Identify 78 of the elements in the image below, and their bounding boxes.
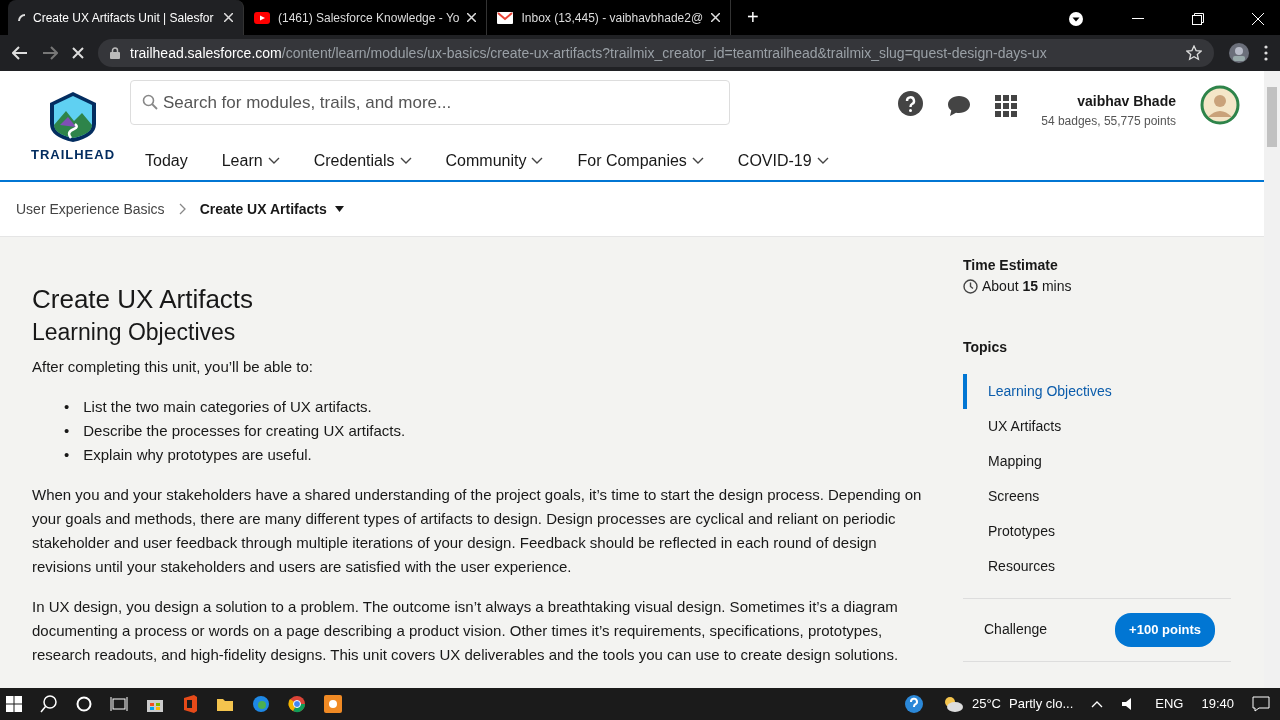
- scrollbar[interactable]: [1264, 71, 1280, 688]
- language[interactable]: ENG: [1155, 694, 1184, 714]
- temperature: 25°C: [971, 695, 1001, 714]
- recorder-icon[interactable]: [324, 695, 342, 713]
- search-icon[interactable]: [40, 695, 58, 713]
- task-view-icon[interactable]: [110, 696, 128, 712]
- mail-icon: [497, 11, 514, 24]
- star-icon[interactable]: [1186, 45, 1202, 61]
- intro-text: After completing this unit, you’ll be able to:: [32, 357, 314, 377]
- extension-icon[interactable]: [1228, 42, 1250, 64]
- search-icon: [142, 94, 158, 110]
- office-icon[interactable]: [182, 695, 198, 713]
- caret-icon[interactable]: [1091, 700, 1104, 708]
- user-name[interactable]: vaibhav Bhade: [1041, 91, 1176, 112]
- help-icon[interactable]: [903, 694, 924, 714]
- loading-icon: [18, 14, 25, 21]
- avatar[interactable]: [1200, 85, 1240, 125]
- weather-text: Partly clo...: [1009, 695, 1074, 714]
- stop-icon[interactable]: [72, 47, 84, 59]
- nav-link[interactable]: Credentials: [313, 149, 412, 173]
- topic-link[interactable]: Resources: [963, 549, 1231, 584]
- objective-item: Explain why prototypes are useful.: [83, 445, 312, 465]
- forward-icon[interactable]: [42, 46, 58, 60]
- objective-item: List the two main categories of UX artifacts.: [83, 397, 372, 417]
- user-stats: 54 badges, 55,775 points: [1041, 113, 1176, 130]
- time-estimate-heading: Time Estimate: [963, 256, 1059, 275]
- challenge-label: Challenge: [984, 620, 1048, 640]
- back-icon[interactable]: [12, 46, 28, 60]
- address-bar[interactable]: trailhead.salesforce.com/content/learn/modules/ux-basics/create-ux-artifacts?trailmix_creator_id=teamtrailhead&trailmix_slug=quest-design-days-ux: [98, 39, 1214, 67]
- paragraph: In UX design, you design a solution to a problem. The outcome isn’t always a breathtaking visual design. Sometimes it’s a diagram documenting a process or words on a page describing a product vision. Other times it’s requirements, specifications, prototypes, research readouts, and high-fidelity designs. This unit covers UX deliverables and the tools you can use to create design solutions.: [32, 597, 900, 665]
- nav-link[interactable]: Today: [145, 149, 188, 173]
- search-field[interactable]: Search for modules, trails, and more...: [130, 80, 730, 125]
- start-icon[interactable]: [6, 696, 22, 712]
- paragraph: When you and your stakeholders have a shared understanding of the project goals, it’s time to start the design process. Depending on your goals and methods, there are many different types of artifacts to design. Design processes are cyclical and reliant on periodic stakeholder and user feedback through multiple iterations of your design. Feedback should be reflected in each round of design revisions until your stakeholders and users are satisfied with the user experience.: [32, 485, 923, 577]
- breadcrumb-link[interactable]: Create UX Artifacts: [199, 198, 344, 220]
- close-icon[interactable]: [224, 13, 233, 22]
- topic-link[interactable]: Learning Objectives: [963, 374, 1231, 409]
- points-button[interactable]: +100 points: [1115, 613, 1215, 647]
- section-heading: Learning Objectives: [32, 318, 237, 347]
- minimize-icon[interactable]: [1132, 18, 1144, 20]
- topics-heading: Topics: [963, 338, 1009, 357]
- restore-icon[interactable]: [1192, 13, 1204, 25]
- lock-icon: [110, 47, 120, 59]
- caret-icon: [334, 206, 344, 212]
- browser-icon[interactable]: [288, 695, 306, 713]
- close-icon[interactable]: [467, 13, 477, 22]
- topic-link[interactable]: Prototypes: [963, 514, 1231, 549]
- breadcrumb-link[interactable]: User Experience Basics: [16, 198, 165, 220]
- clock-icon: [963, 279, 978, 294]
- app-launcher-icon[interactable]: [995, 95, 1018, 117]
- nav-link[interactable]: Community: [445, 149, 544, 173]
- nav-link[interactable]: COVID-19: [737, 149, 829, 173]
- time-estimate: About 15 mins: [982, 277, 1072, 296]
- topic-link[interactable]: UX Artifacts: [963, 409, 1231, 444]
- objective-item: Describe the processes for creating UX artifacts.: [83, 421, 406, 441]
- help-icon[interactable]: [898, 91, 924, 116]
- new-tab-button[interactable]: +: [747, 7, 759, 27]
- video-play-icon: [254, 11, 270, 24]
- browser-tab[interactable]: Create UX Artifacts Unit | Salesfor: [8, 0, 244, 35]
- folder-icon[interactable]: [216, 696, 234, 712]
- article-title: Create UX Artifacts: [32, 283, 255, 315]
- close-icon[interactable]: [711, 13, 721, 22]
- clock[interactable]: 19:40: [1201, 694, 1234, 714]
- bullet: •: [64, 397, 70, 417]
- notification-icon[interactable]: [1252, 696, 1270, 712]
- profile-dropdown-icon[interactable]: [1068, 11, 1084, 27]
- nav-link[interactable]: Learn: [221, 149, 280, 173]
- menu-icon[interactable]: [1264, 45, 1268, 61]
- bullet: •: [64, 421, 70, 441]
- circle-icon[interactable]: [76, 696, 92, 712]
- browser-icon[interactable]: [252, 695, 270, 713]
- chat-icon[interactable]: [947, 95, 972, 117]
- logo-text: TRAILHEAD: [30, 146, 116, 164]
- bullet: •: [64, 445, 70, 465]
- nav-link[interactable]: For Companies: [577, 149, 704, 173]
- chevron-right-icon: [178, 203, 186, 215]
- topic-link[interactable]: Mapping: [963, 444, 1231, 479]
- topic-link[interactable]: Screens: [963, 479, 1231, 514]
